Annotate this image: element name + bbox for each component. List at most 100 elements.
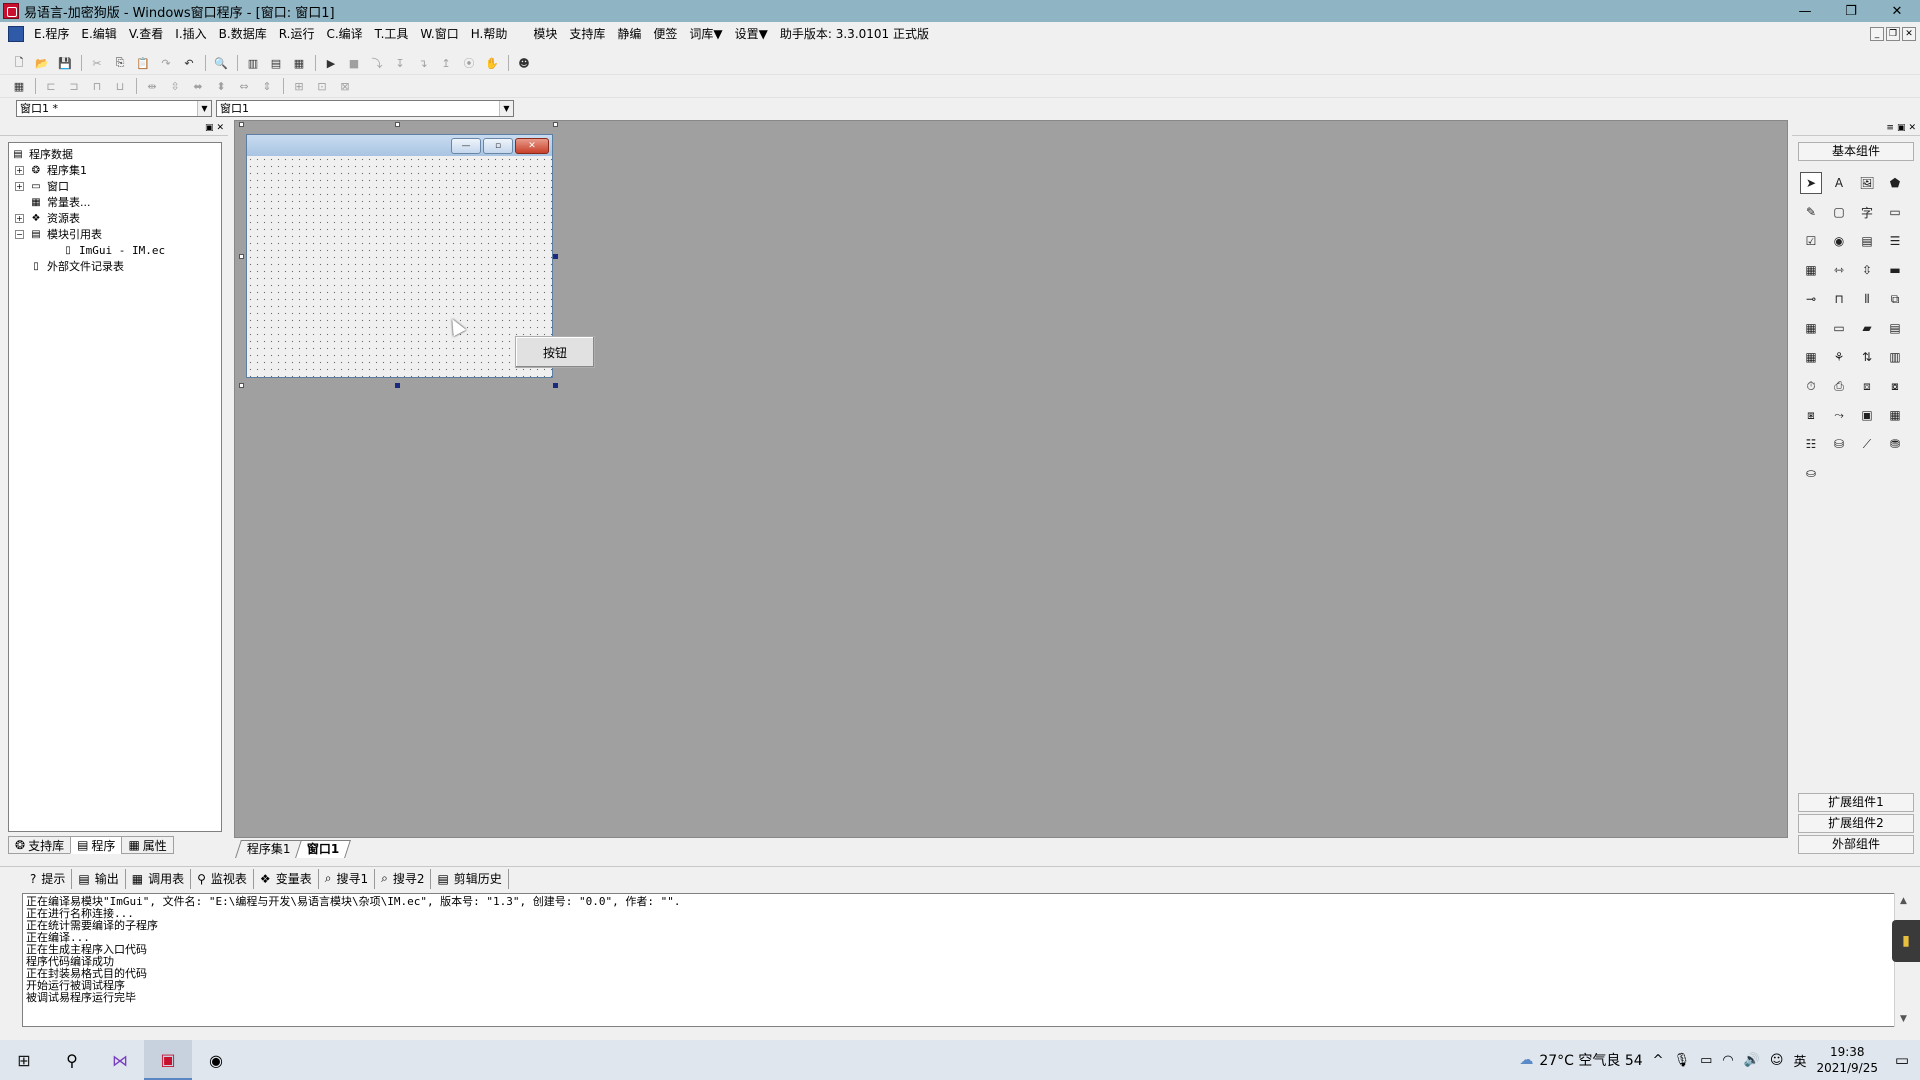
database-provider-icon[interactable]: ☷ <box>1800 433 1822 455</box>
toolbox-group-button[interactable]: 扩展组件2 <box>1798 814 1914 833</box>
weather-widget[interactable]: ☁ 27°C 空气良 54 <box>1519 1050 1642 1070</box>
output-tab[interactable]: ▤ 输出 <box>72 868 126 889</box>
edit-box-icon[interactable]: ✎ <box>1800 201 1822 223</box>
qq-icon[interactable]: ☺ <box>1770 1053 1784 1068</box>
tree-node[interactable]: + ▭ 窗口 <box>9 178 221 194</box>
pointer-icon[interactable]: ➤ <box>1800 172 1822 194</box>
menu-item[interactable]: E.编辑 <box>75 22 122 46</box>
printer-icon[interactable]: ⎙ <box>1828 375 1850 397</box>
notification-center-icon[interactable]: ▭ <box>1884 1040 1920 1080</box>
restore-button[interactable]: ❐ <box>1828 0 1874 22</box>
step-icon[interactable]: ⤵ <box>368 54 386 72</box>
tray-expand-icon[interactable]: ^ <box>1653 1053 1664 1068</box>
tree-node[interactable]: ▯ ImGui - IM.ec <box>9 242 221 258</box>
copy-icon[interactable]: ⎘ <box>111 54 129 72</box>
panel-pin-icon[interactable]: ▣ <box>205 123 214 133</box>
center-form-icon[interactable]: ⊡ <box>313 77 331 95</box>
checklist-icon[interactable]: ▦ <box>1800 259 1822 281</box>
menu-item[interactable]: 词库▼ <box>683 22 728 46</box>
basic-components-header[interactable]: 基本组件 <box>1798 142 1914 161</box>
center-vertical-icon[interactable]: ⇳ <box>166 77 184 95</box>
left-panel-tab[interactable]: ▤ 程序 <box>70 836 123 854</box>
resize-handle[interactable] <box>239 122 244 127</box>
same-height-icon[interactable]: ⬍ <box>212 77 230 95</box>
resize-handle[interactable] <box>395 122 400 127</box>
toolbox-group-button[interactable]: 外部组件 <box>1798 835 1914 854</box>
tree-expander-icon[interactable]: + <box>15 165 24 175</box>
progress-bar-icon[interactable]: ▬ <box>1884 259 1906 281</box>
form-canvas-grid[interactable] <box>247 156 552 377</box>
scroll-up-icon[interactable]: ▲ <box>1895 893 1912 909</box>
designer-tab[interactable]: 程序集1 <box>235 840 303 858</box>
helper-icon[interactable]: ☻ <box>515 54 533 72</box>
server-icon[interactable]: ⧇ <box>1884 375 1906 397</box>
side-widget-icon[interactable]: ▮ <box>1892 920 1920 962</box>
up-down-icon[interactable]: ⇅ <box>1856 346 1878 368</box>
menu-item[interactable]: 便签 <box>647 22 683 46</box>
tree-expander-icon[interactable]: − <box>15 229 24 239</box>
resize-handle[interactable] <box>553 122 558 127</box>
window-component-icon[interactable]: ▣ <box>1856 404 1878 426</box>
form-button-component[interactable]: 按钮 <box>515 336 595 368</box>
volume-icon[interactable]: 🔊 <box>1744 1053 1760 1068</box>
menu-item[interactable]: W.窗口 <box>414 22 464 46</box>
space-horizontal-icon[interactable]: ⇔ <box>235 77 253 95</box>
align-bottom-icon[interactable]: ⊔ <box>111 77 129 95</box>
mdi-restore-button[interactable]: ❐ <box>1886 27 1900 41</box>
center-horizontal-icon[interactable]: ⇹ <box>143 77 161 95</box>
visual-studio-icon[interactable]: ⋈ <box>96 1040 144 1080</box>
tree-expander-icon[interactable]: + <box>15 213 24 223</box>
output-tab[interactable]: ⌕ 搜寻1 <box>319 868 376 889</box>
output-tab[interactable]: ? 提示 <box>24 868 73 889</box>
component-selector-combo[interactable]: 窗口1 ▼ <box>216 100 514 117</box>
menu-item[interactable]: 助手版本: 3.3.0101 正式版 <box>774 22 935 46</box>
menu-item[interactable]: C.编译 <box>320 22 368 46</box>
mdi-minimize-button[interactable]: _ <box>1870 27 1884 41</box>
design-form-window[interactable]: — ▫ ✕ <box>246 134 553 378</box>
resize-handle[interactable] <box>395 383 400 388</box>
resize-handle[interactable] <box>553 383 558 388</box>
redo-icon[interactable]: ↷ <box>157 54 175 72</box>
menu-item[interactable]: 模块 <box>527 22 563 46</box>
vertical-scrollbar-icon[interactable]: ⇳ <box>1856 259 1878 281</box>
tab-control-icon[interactable]: ⊓ <box>1828 288 1850 310</box>
layout-output-icon[interactable]: ▤ <box>267 54 285 72</box>
odbc-source-icon[interactable]: ⛀ <box>1800 462 1822 484</box>
form-designer-area[interactable]: — ▫ ✕ 按钮 <box>234 120 1788 838</box>
list-box-icon[interactable]: ☰ <box>1884 230 1906 252</box>
checkbox-icon[interactable]: ☑ <box>1800 230 1822 252</box>
close-button[interactable]: ✕ <box>1874 0 1920 22</box>
clock[interactable]: 19:38 2021/9/25 <box>1816 1044 1878 1076</box>
easy-language-app-icon[interactable]: ▣ <box>144 1040 192 1080</box>
toolbox-pin-icon[interactable]: ▣ <box>1897 123 1906 133</box>
align-left-icon[interactable]: ⊏ <box>42 77 60 95</box>
hand-icon[interactable]: ✋ <box>483 54 501 72</box>
chevron-down-icon[interactable]: ▼ <box>197 101 211 116</box>
tab-order-icon[interactable]: ⊠ <box>336 77 354 95</box>
document-icon[interactable] <box>8 26 24 42</box>
output-tab[interactable]: ❖ 变量表 <box>254 868 319 889</box>
frame-icon[interactable]: ⧉ <box>1884 288 1906 310</box>
menu-item[interactable]: 静编 <box>611 22 647 46</box>
toolbox-group-button[interactable]: 扩展组件1 <box>1798 793 1914 812</box>
scroll-down-icon[interactable]: ▼ <box>1895 1011 1912 1027</box>
date-picker-icon[interactable]: ▦ <box>1800 346 1822 368</box>
tree-node[interactable]: ▦ 常量表... <box>9 194 221 210</box>
radio-button-icon[interactable]: ◉ <box>1828 230 1850 252</box>
chevron-down-icon[interactable]: ▼ <box>499 101 513 116</box>
breakpoint-icon[interactable]: ⦿ <box>460 54 478 72</box>
tree-view-icon[interactable]: ⚘ <box>1828 346 1850 368</box>
output-tab[interactable]: ⚲ 监视表 <box>191 868 254 889</box>
toolbox-close-icon[interactable]: ✕ <box>1908 123 1916 133</box>
menu-item[interactable]: B.数据库 <box>213 22 273 46</box>
timer-icon[interactable]: ⏱ <box>1800 375 1822 397</box>
stop-icon[interactable]: ■ <box>345 54 363 72</box>
menu-item[interactable]: T.工具 <box>369 22 415 46</box>
align-right-icon[interactable]: ⊐ <box>65 77 83 95</box>
calendar-icon[interactable]: ▦ <box>1800 317 1822 339</box>
tree-node[interactable]: ▯ 外部文件记录表 <box>9 258 221 274</box>
microphone-icon[interactable]: 🎙 <box>1674 1053 1691 1068</box>
toolbar-component-icon[interactable]: ▦ <box>1884 404 1906 426</box>
resize-handle[interactable] <box>239 254 244 259</box>
picture-box-icon[interactable]: 🖼 <box>1856 172 1878 194</box>
